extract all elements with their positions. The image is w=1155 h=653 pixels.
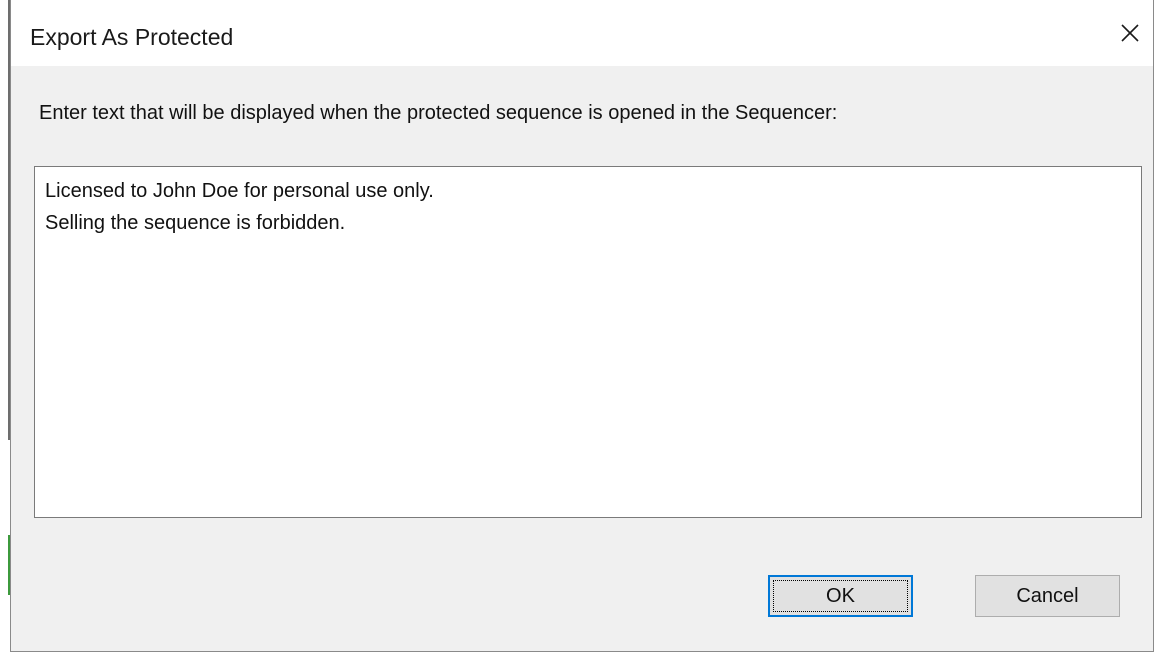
prompt-label: Enter text that will be displayed when t… bbox=[39, 102, 838, 124]
message-line-2: Selling the sequence is forbidden. bbox=[45, 212, 346, 234]
protected-message-textarea[interactable]: Licensed to John Doe for personal use on… bbox=[34, 166, 1142, 518]
background-window-edge bbox=[0, 0, 10, 653]
title-bar[interactable]: Export As Protected bbox=[11, 0, 1153, 66]
message-line-1: Licensed to John Doe for personal use on… bbox=[45, 180, 434, 202]
focus-ring bbox=[773, 580, 908, 612]
close-icon bbox=[1121, 24, 1139, 42]
close-button[interactable] bbox=[1107, 0, 1153, 66]
cancel-button[interactable]: Cancel bbox=[975, 575, 1120, 617]
cancel-button-label: Cancel bbox=[1016, 584, 1079, 607]
ok-button[interactable]: OK bbox=[768, 575, 913, 617]
export-as-protected-dialog: Export As Protected Enter text that will… bbox=[10, 0, 1154, 652]
dialog-title: Export As Protected bbox=[30, 24, 234, 50]
